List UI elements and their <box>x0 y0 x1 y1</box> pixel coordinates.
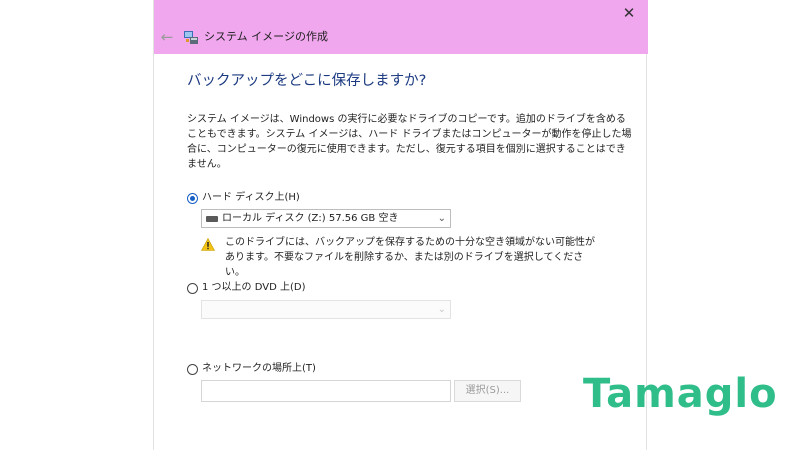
low-space-warning: このドライブには、バックアップを保存するための十分な空き領域がない可能性がありま… <box>225 237 595 278</box>
title-bar: ✕ ← システム イメージの作成 <box>154 0 648 54</box>
system-image-dialog: ✕ ← システム イメージの作成 バックアップをどこに保存しますか? システム … <box>153 0 648 450</box>
radio-hard-disk[interactable]: ハード ディスク上(H) <box>187 191 300 205</box>
radio-hard-disk-indicator[interactable] <box>187 192 198 204</box>
network-location-input[interactable] <box>201 380 451 402</box>
chevron-down-icon: ⌄ <box>437 213 446 224</box>
close-icon: ✕ <box>622 4 636 22</box>
window-title: システム イメージの作成 <box>204 30 328 43</box>
hard-disk-selected-value: ローカル ディスク (Z:) 57.56 GB 空き <box>222 213 399 224</box>
dvd-drive-select: ⌄ <box>201 300 451 319</box>
warning-icon <box>201 238 215 251</box>
description-text: システム イメージは、Windows の実行に必要なドライブのコピーです。追加の… <box>187 114 632 170</box>
screen: ✕ ← システム イメージの作成 バックアップをどこに保存しますか? システム … <box>0 0 800 450</box>
back-arrow-icon: ← <box>160 28 174 46</box>
close-button[interactable]: ✕ <box>618 2 640 24</box>
radio-dvd-indicator[interactable] <box>187 282 198 294</box>
radio-network-indicator[interactable] <box>187 363 198 375</box>
back-button[interactable]: ← <box>157 27 177 47</box>
browse-button[interactable]: 選択(S)... <box>454 380 521 402</box>
radio-dvd[interactable]: 1 つ以上の DVD 上(D) <box>187 281 305 295</box>
hard-disk-drive-select[interactable]: ローカル ディスク (Z:) 57.56 GB 空き ⌄ <box>201 209 451 228</box>
radio-hard-disk-label: ハード ディスク上(H) <box>202 192 300 203</box>
hard-drive-icon <box>206 215 218 222</box>
chevron-down-icon: ⌄ <box>437 304 446 315</box>
radio-network[interactable]: ネットワークの場所上(T) <box>187 362 316 376</box>
system-image-icon <box>184 31 198 44</box>
page-heading: バックアップをどこに保存しますか? <box>187 73 427 89</box>
watermark-logo: Tamaglo <box>583 371 778 417</box>
radio-network-label: ネットワークの場所上(T) <box>202 363 316 374</box>
radio-dvd-label: 1 つ以上の DVD 上(D) <box>202 282 306 293</box>
